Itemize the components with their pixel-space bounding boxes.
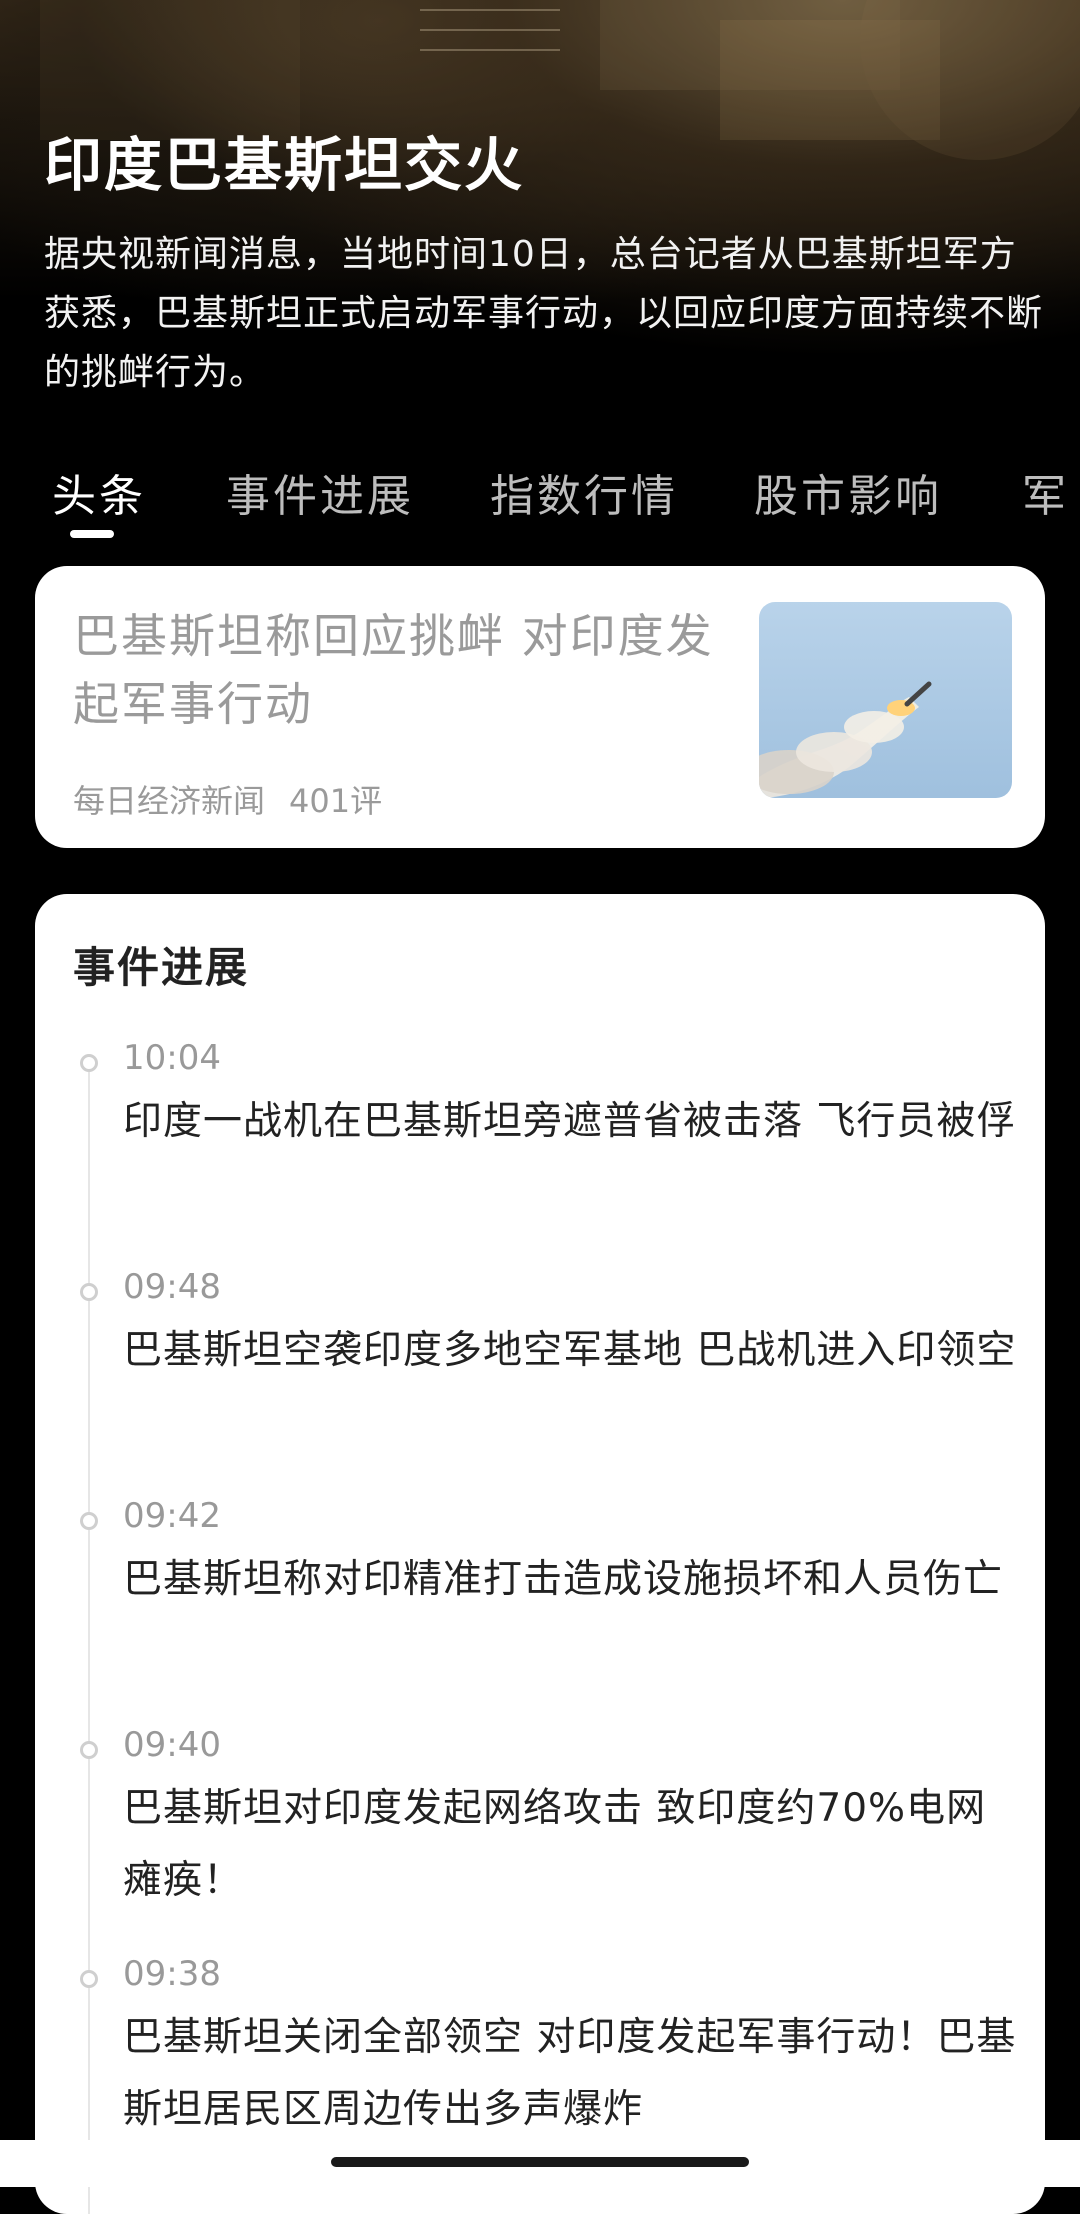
active-tab-indicator <box>70 530 114 538</box>
timeline-text[interactable]: 巴基斯坦称对印精准打击造成设施损坏和人员伤亡 <box>123 1544 1023 1616</box>
timeline-dot-icon <box>80 1054 98 1072</box>
timeline-line <box>88 1066 90 2214</box>
headline-card[interactable]: 巴基斯坦称回应挑衅 对印度发起军事行动 每日经济新闻 401评 <box>35 566 1045 848</box>
event-progress-title: 事件进展 <box>73 943 250 992</box>
timeline-time: 09:40 <box>123 1725 221 1765</box>
tab-stock-impact[interactable]: 股市影响 <box>754 460 942 524</box>
tab-event-progress[interactable]: 事件进展 <box>226 460 414 524</box>
timeline-dot-icon <box>80 1741 98 1759</box>
timeline-dot-icon <box>80 1512 98 1530</box>
timeline-text[interactable]: 印度一战机在巴基斯坦旁遮普省被击落 飞行员被俘 <box>123 1086 1023 1158</box>
timeline-text[interactable]: 巴基斯坦空袭印度多地空军基地 巴战机进入印领空 <box>123 1315 1023 1387</box>
topic-title: 印度巴基斯坦交火 <box>44 131 525 199</box>
home-indicator[interactable] <box>331 2157 749 2167</box>
timeline-time: 09:42 <box>123 1496 221 1536</box>
topic-description: 据央视新闻消息，当地时间10日，总台记者从巴基斯坦军方获悉，巴基斯坦正式启动军事… <box>44 234 1044 393</box>
timeline-dot-icon <box>80 1970 98 1988</box>
timeline-dot-icon <box>80 1283 98 1301</box>
timeline-time: 09:38 <box>123 1954 221 1994</box>
tab-headlines[interactable]: 头条 <box>52 460 146 524</box>
tab-index-quotes[interactable]: 指数行情 <box>490 460 678 524</box>
headline-comment-count[interactable]: 401评 <box>289 782 382 820</box>
headline-title[interactable]: 巴基斯坦称回应挑衅 对印度发起军事行动 <box>73 602 733 738</box>
event-progress-card: 事件进展 10:04 印度一战机在巴基斯坦旁遮普省被击落 飞行员被俘 09:48… <box>35 894 1045 2214</box>
timeline-text[interactable]: 巴基斯坦关闭全部领空 对印度发起军事行动！巴基斯坦居民区周边传出多声爆炸 <box>123 2002 1023 2146</box>
headline-source: 每日经济新闻 <box>73 782 266 820</box>
tab-bar: 头条 事件进展 指数行情 股市影响 军 <box>0 460 1080 540</box>
missile-launch-image[interactable] <box>759 602 1012 798</box>
headline-meta: 每日经济新闻 401评 <box>73 776 406 822</box>
timeline-time: 09:48 <box>123 1267 221 1307</box>
tab-military[interactable]: 军 <box>1022 460 1069 524</box>
timeline-text[interactable]: 巴基斯坦对印度发起网络攻击 致印度约70%电网瘫痪！ <box>123 1773 1023 1917</box>
timeline-time: 10:04 <box>123 1038 221 1078</box>
